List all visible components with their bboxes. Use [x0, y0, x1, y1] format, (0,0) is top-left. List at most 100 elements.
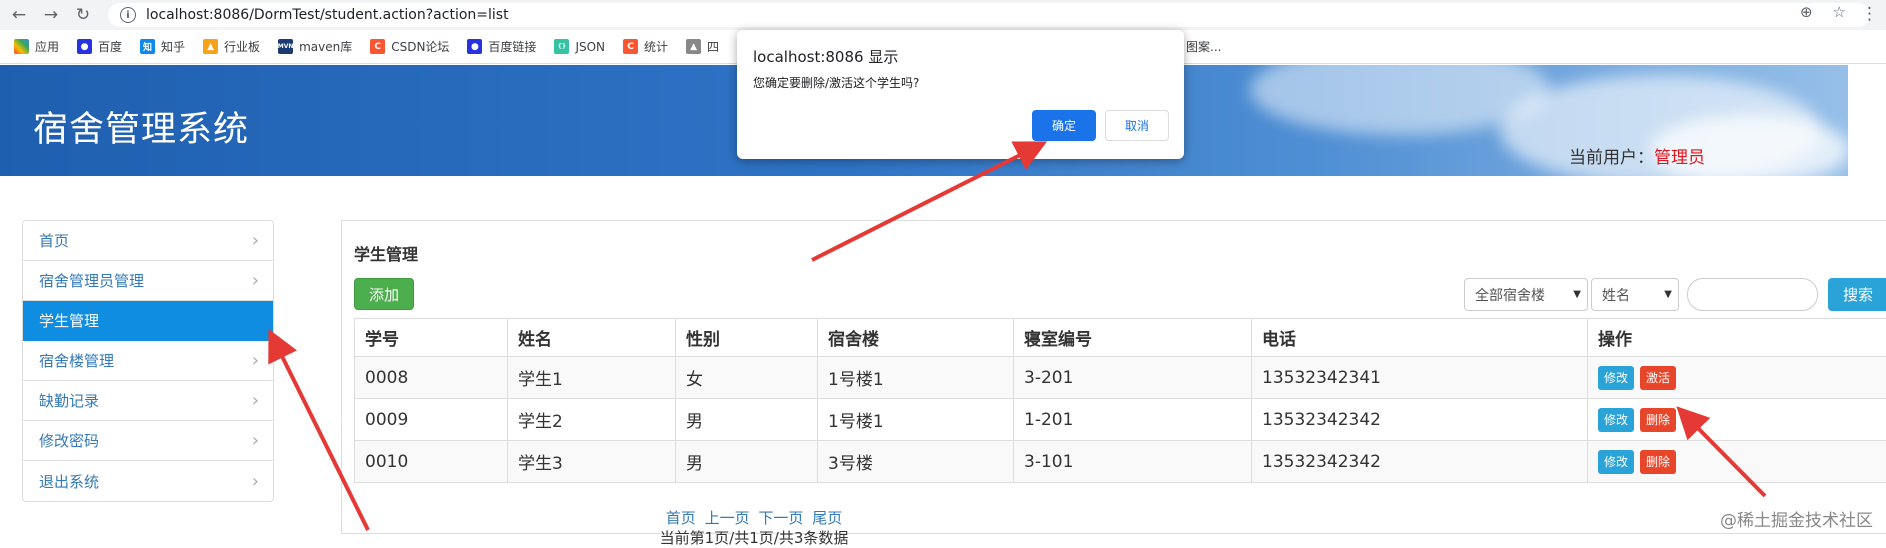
sidebar-item-home[interactable]: 首页›	[23, 221, 273, 261]
csdn-icon: C	[370, 39, 385, 54]
table-row: 0010 学生3 男 3号楼 3-101 13532342342 修改删除	[355, 441, 1886, 483]
bookmark-baidu[interactable]: ●百度	[77, 38, 122, 55]
pager-first[interactable]: 首页	[666, 509, 696, 527]
chevron-right-icon: ›	[252, 270, 259, 291]
current-user-name: 管理员	[1654, 148, 1705, 168]
pagination: 首页 上一页 下一页 尾页	[342, 507, 1886, 528]
current-user-label: 当前用户：	[1569, 148, 1654, 168]
current-user: 当前用户：管理员	[1569, 143, 1705, 168]
cell-actions: 修改删除	[1588, 399, 1886, 441]
pager-next[interactable]: 下一页	[758, 509, 803, 527]
table-row: 0009 学生2 男 1号楼1 1-201 13532342342 修改删除	[355, 399, 1886, 441]
table-row: 0008 学生1 女 1号楼1 3-201 13532342341 修改激活	[355, 357, 1886, 399]
cell-id: 0010	[355, 441, 508, 483]
sidebar-item-dorm-admins[interactable]: 宿舍管理员管理 ›	[23, 261, 273, 301]
pager-last[interactable]: 尾页	[812, 509, 842, 527]
json-icon: {}	[554, 39, 569, 54]
column-header: 寝室编号	[1014, 319, 1252, 357]
cell-room: 3-101	[1014, 441, 1252, 483]
bookmark-zhihu[interactable]: 知知乎	[140, 38, 185, 55]
delete-button[interactable]: 删除	[1640, 408, 1676, 432]
dialog-cancel-button[interactable]: 取消	[1105, 110, 1169, 141]
cell-room: 1-201	[1014, 399, 1252, 441]
pager-info: 当前第1页/共1页/共3条数据	[342, 527, 1886, 548]
browser-toolbar: ← → ↻ i localhost:8086/DormTest/student.…	[0, 0, 1886, 30]
bookmark-patterns[interactable]: 图案...	[1186, 38, 1221, 55]
edit-button[interactable]: 修改	[1598, 450, 1634, 474]
dialog-ok-button[interactable]: 确定	[1032, 110, 1096, 141]
bookmark-industry[interactable]: ▲行业板	[203, 38, 260, 55]
cell-gender: 男	[676, 441, 818, 483]
star-icon[interactable]: ☆	[1833, 3, 1846, 21]
search-input[interactable]	[1687, 278, 1818, 311]
forward-icon[interactable]: →	[38, 2, 64, 28]
bookmark-csdn[interactable]: CCSDN论坛	[370, 38, 449, 55]
add-button[interactable]: 添加	[354, 278, 414, 310]
sidebar-item-absence[interactable]: 缺勤记录›	[23, 381, 273, 421]
chevron-right-icon: ›	[252, 350, 259, 371]
cell-building: 1号楼1	[818, 399, 1014, 441]
cell-gender: 女	[676, 357, 818, 399]
bookmark-baidu-links[interactable]: ●百度链接	[467, 38, 536, 55]
sidebar-item-label: 宿舍楼管理	[39, 350, 114, 371]
sidebar-item-label: 学生管理	[39, 310, 99, 331]
delete-button[interactable]: 删除	[1640, 450, 1676, 474]
bookmark-apps[interactable]: 应用	[14, 38, 59, 55]
column-header: 电话	[1252, 319, 1588, 357]
dialog-title: localhost:8086 显示	[753, 46, 898, 67]
cell-name: 学生1	[508, 357, 676, 399]
bookmark-four[interactable]: ▲四	[686, 38, 719, 55]
sidebar-item-label: 宿舍管理员管理	[39, 270, 144, 291]
column-header: 宿舍楼	[818, 319, 1014, 357]
csdn-icon: C	[623, 39, 638, 54]
column-header: 学号	[355, 319, 508, 357]
cell-actions: 修改删除	[1588, 441, 1886, 483]
bookmark-maven[interactable]: MVNmaven库	[278, 38, 352, 55]
tower-icon: ▲	[686, 39, 701, 54]
confirm-dialog: localhost:8086 显示 您确定要删除/激活这个学生吗? 确定 取消	[737, 30, 1184, 159]
cell-name: 学生2	[508, 399, 676, 441]
flame-icon: ▲	[203, 39, 218, 54]
cell-building: 3号楼	[818, 441, 1014, 483]
sidebar-item-password[interactable]: 修改密码›	[23, 421, 273, 461]
menu-dots-icon[interactable]: ⋮	[1861, 4, 1878, 24]
sidebar-item-logout[interactable]: 退出系统›	[23, 461, 273, 501]
cell-gender: 男	[676, 399, 818, 441]
dialog-message: 您确定要删除/激活这个学生吗?	[753, 74, 919, 91]
sidebar: 首页› 宿舍管理员管理 › 学生管理 宿舍楼管理 › 缺勤记录› 修改密码› 退出系…	[22, 220, 274, 502]
building-select[interactable]: 全部宿舍楼▼	[1464, 278, 1588, 311]
chevron-right-icon: ›	[252, 390, 259, 411]
chevron-down-icon: ▼	[1573, 289, 1581, 300]
system-title: 宿舍管理系统	[33, 101, 249, 152]
edit-button[interactable]: 修改	[1598, 366, 1634, 390]
edit-button[interactable]: 修改	[1598, 408, 1634, 432]
chevron-right-icon: ›	[252, 430, 259, 451]
chevron-down-icon: ▼	[1664, 289, 1672, 300]
banner-edge	[1848, 65, 1886, 176]
cell-room: 3-201	[1014, 357, 1252, 399]
baidu-paw-icon: ●	[77, 39, 92, 54]
reload-icon[interactable]: ↻	[70, 2, 96, 28]
search-button[interactable]: 搜索	[1828, 278, 1886, 311]
student-panel: 学生管理 添加 全部宿舍楼▼ 姓名▼ 搜索 学号 姓名 性别 宿舍楼 寝室编号 …	[341, 220, 1886, 534]
cell-phone: 13532342342	[1252, 441, 1588, 483]
bookmark-stats[interactable]: C统计	[623, 38, 668, 55]
column-header: 性别	[676, 319, 818, 357]
zoom-icon[interactable]: ⊕	[1800, 3, 1813, 21]
apps-grid-icon	[14, 39, 29, 54]
sidebar-item-buildings[interactable]: 宿舍楼管理 ›	[23, 341, 273, 381]
cell-name: 学生3	[508, 441, 676, 483]
field-select[interactable]: 姓名▼	[1591, 278, 1679, 311]
bookmark-json[interactable]: {}JSON	[554, 39, 605, 54]
pager-prev[interactable]: 上一页	[705, 509, 750, 527]
cell-actions: 修改激活	[1588, 357, 1886, 399]
back-icon[interactable]: ←	[6, 2, 32, 28]
chevron-right-icon: ›	[252, 471, 259, 492]
activate-button[interactable]: 激活	[1640, 366, 1676, 390]
address-bar[interactable]: i localhost:8086/DormTest/student.action…	[108, 3, 1870, 27]
sidebar-item-students[interactable]: 学生管理	[23, 301, 273, 341]
info-icon[interactable]: i	[120, 7, 136, 23]
table-header-row: 学号 姓名 性别 宿舍楼 寝室编号 电话 操作	[355, 319, 1886, 357]
chevron-right-icon: ›	[252, 230, 259, 251]
column-header: 操作	[1588, 319, 1886, 357]
